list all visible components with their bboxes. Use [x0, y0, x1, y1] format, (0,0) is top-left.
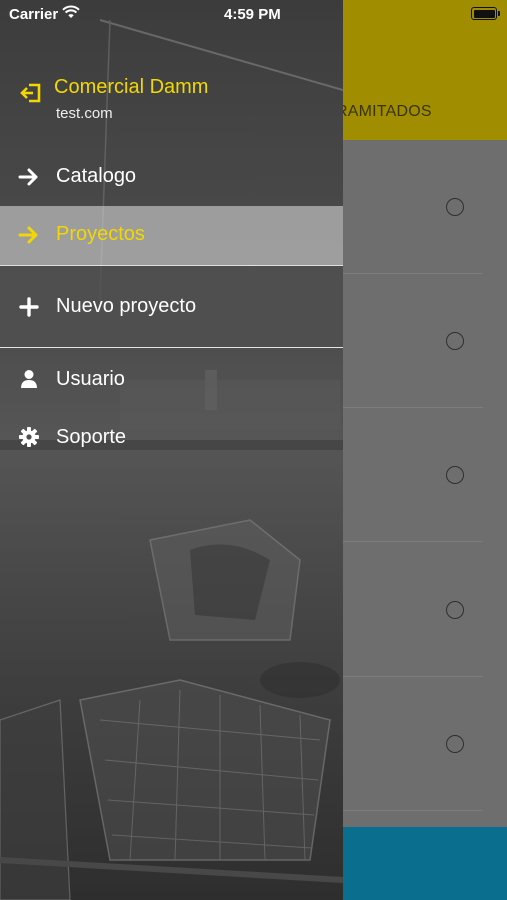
menu-item-proyectos[interactable]: Proyectos	[0, 206, 343, 266]
navigation-drawer: Comercial Damm test.com Catalogo Proyect…	[0, 0, 343, 900]
list-item[interactable]	[343, 677, 483, 811]
user-icon	[21, 370, 37, 388]
list-item[interactable]	[343, 140, 483, 274]
menu-item-label: Nuevo proyecto	[56, 295, 197, 317]
menu-item-label: Usuario	[56, 368, 125, 390]
user-name: Comercial Damm	[54, 76, 209, 98]
radio-button[interactable]	[446, 735, 464, 753]
radio-button[interactable]	[446, 466, 464, 484]
arrow-right-icon	[18, 226, 38, 244]
battery-icon	[471, 7, 500, 20]
user-email: test.com	[56, 105, 113, 122]
radio-button[interactable]	[446, 198, 464, 216]
wifi-icon	[62, 5, 80, 18]
plus-icon	[19, 297, 39, 317]
list-item[interactable]	[343, 408, 483, 542]
menu-item-label: Proyectos	[56, 223, 145, 245]
radio-button[interactable]	[446, 332, 464, 350]
list-item[interactable]	[343, 274, 483, 408]
list-item[interactable]	[343, 543, 483, 677]
status-time: 4:59 PM	[224, 6, 281, 23]
menu-item-label: Catalogo	[56, 165, 137, 187]
menu-item-label: Soporte	[56, 426, 127, 448]
carrier-label: Carrier	[9, 6, 59, 23]
status-bar: Carrier 4:59 PM	[0, 0, 507, 30]
menu-item-catalogo[interactable]: Catalogo	[0, 152, 343, 204]
menu-item-nuevo-proyecto[interactable]: Nuevo proyecto	[0, 266, 343, 348]
gear-icon	[19, 427, 39, 447]
radio-button[interactable]	[446, 601, 464, 619]
menu-item-soporte[interactable]: Soporte	[0, 410, 343, 466]
logout-icon[interactable]	[20, 82, 42, 104]
arrow-right-icon	[18, 168, 38, 186]
tab-tramitados[interactable]: RAMITADOS	[336, 103, 432, 121]
menu-item-usuario[interactable]: Usuario	[0, 352, 343, 408]
